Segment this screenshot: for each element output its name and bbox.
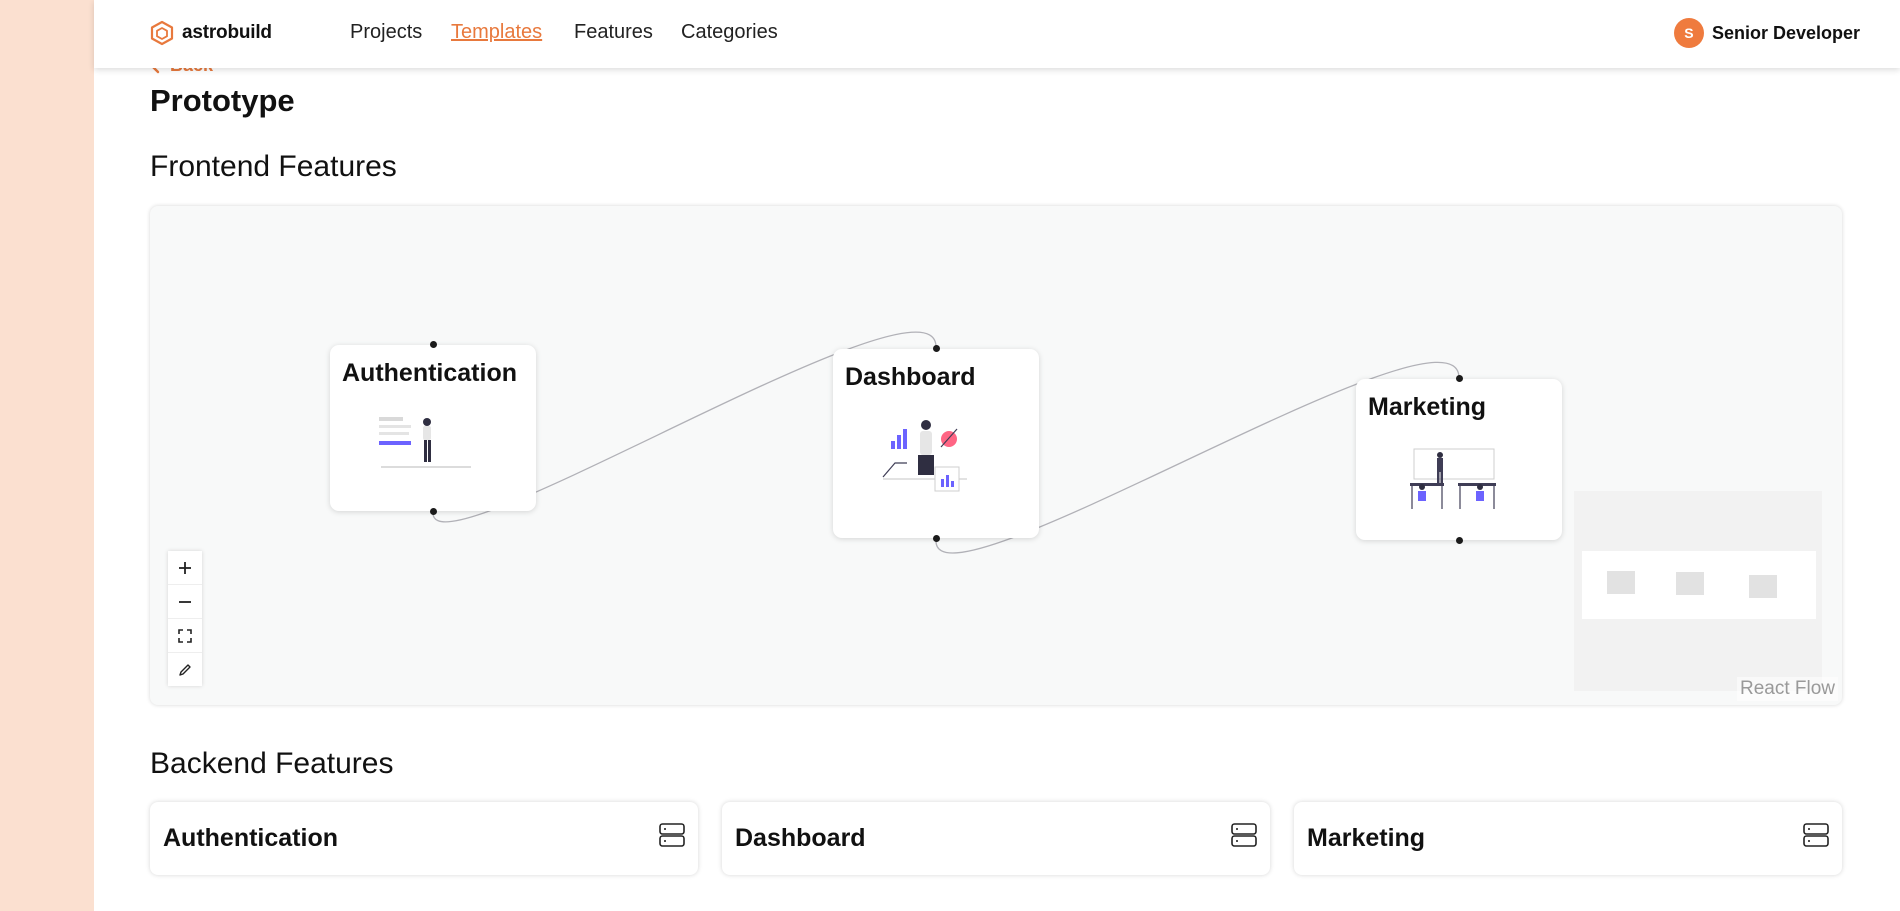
zoom-in-icon: [179, 561, 191, 574]
user-name: Senior Developer: [1711, 22, 1860, 43]
user-menu[interactable]: S Senior Developer: [1673, 18, 1860, 48]
login-form-illustration: [379, 417, 471, 468]
server-icon: [659, 823, 685, 847]
brand-name: astrobuild: [182, 22, 272, 43]
node-handle-target[interactable]: [933, 345, 940, 352]
backend-section-title: Backend Features: [150, 747, 394, 780]
backend-card-authentication[interactable]: Authentication: [150, 802, 698, 875]
minimap-node: [1607, 571, 1635, 594]
node-handle-source[interactable]: [933, 535, 940, 542]
flow-minimap[interactable]: [1574, 491, 1822, 691]
nav-templates[interactable]: Templates: [451, 21, 542, 44]
node-handle-target[interactable]: [1456, 375, 1463, 382]
frontend-section-title: Frontend Features: [150, 150, 397, 183]
nav-categories[interactable]: Categories: [681, 21, 778, 44]
backend-card-title: Dashboard: [735, 824, 866, 852]
flow-node-dashboard[interactable]: Dashboard: [833, 349, 1039, 538]
zoom-out-button[interactable]: [168, 585, 202, 619]
avatar: S: [1673, 18, 1704, 48]
page-title: Prototype: [150, 83, 295, 118]
nav-projects[interactable]: Projects: [350, 21, 422, 44]
frontend-flow-canvas[interactable]: Authentication Dashboard Marketing React…: [150, 206, 1842, 705]
zoom-in-button[interactable]: [168, 551, 202, 585]
minimap-node: [1749, 575, 1777, 598]
node-handle-source[interactable]: [430, 508, 437, 515]
flow-node-authentication[interactable]: Authentication: [330, 345, 536, 511]
brand-logo[interactable]: astrobuild: [149, 20, 272, 46]
minimap-node: [1676, 572, 1704, 595]
backend-card-dashboard[interactable]: Dashboard: [722, 802, 1270, 875]
cube-logo-icon: [150, 20, 174, 46]
node-title: Authentication: [342, 359, 517, 387]
flow-node-marketing[interactable]: Marketing: [1356, 379, 1562, 540]
server-icon: [1803, 823, 1829, 847]
nav-features[interactable]: Features: [574, 21, 653, 44]
zoom-out-icon: [179, 600, 191, 603]
analytics-dashboard-illustration: [882, 420, 967, 492]
lock-icon: [179, 663, 191, 676]
left-margin: [0, 0, 94, 911]
fit-view-icon: [178, 628, 192, 643]
flow-controls: [168, 551, 202, 686]
node-title: Dashboard: [845, 363, 976, 391]
fit-view-button[interactable]: [168, 619, 202, 653]
react-flow-attribution[interactable]: React Flow: [1736, 677, 1838, 701]
backend-card-title: Marketing: [1307, 824, 1426, 852]
node-handle-source[interactable]: [1456, 537, 1463, 544]
top-navbar: astrobuild Projects Templates Features C…: [94, 0, 1900, 68]
node-handle-target[interactable]: [430, 341, 437, 348]
team-meeting-illustration: [1410, 448, 1496, 509]
server-icon: [1231, 823, 1257, 847]
toggle-interactivity-button[interactable]: [168, 653, 202, 686]
backend-card-marketing[interactable]: Marketing: [1294, 802, 1842, 875]
node-title: Marketing: [1368, 393, 1487, 421]
backend-card-title: Authentication: [163, 824, 338, 852]
